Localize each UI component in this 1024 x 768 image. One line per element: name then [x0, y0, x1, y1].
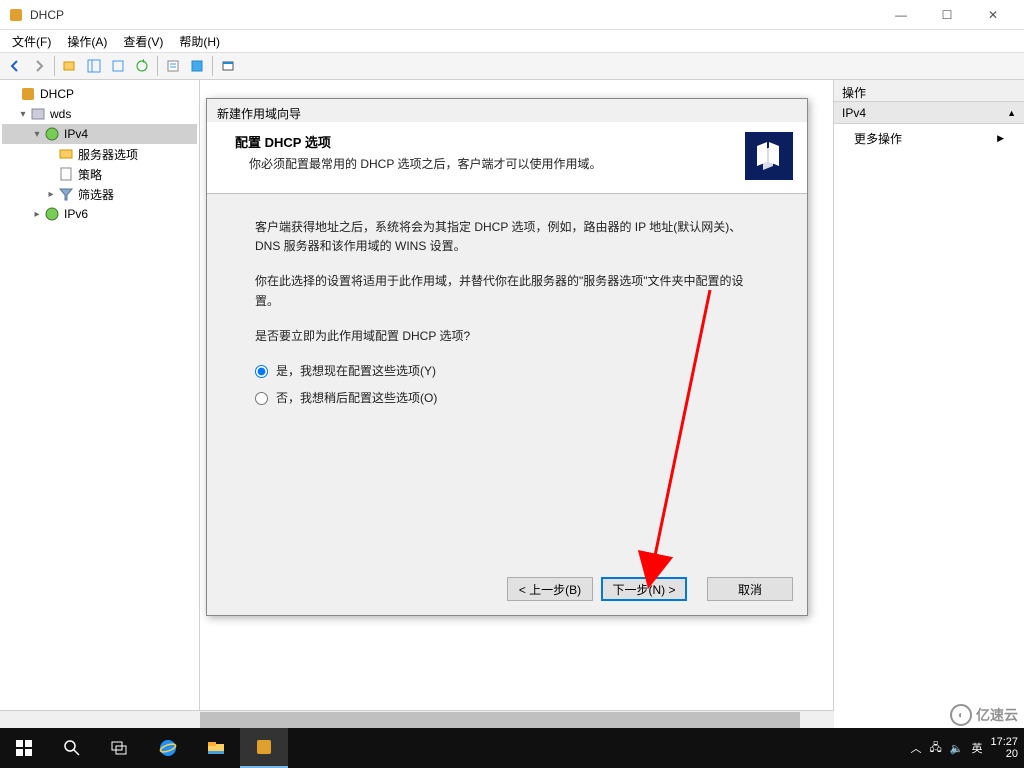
tree-label: 筛选器	[78, 186, 114, 203]
maximize-button[interactable]: ☐	[924, 0, 970, 30]
dhcp-icon	[20, 86, 36, 102]
toolbar	[0, 52, 1024, 80]
cancel-button[interactable]: 取消	[707, 577, 793, 601]
dhcp-app-icon	[8, 7, 24, 23]
minimize-button[interactable]: —	[878, 0, 924, 30]
add-button[interactable]	[59, 55, 81, 77]
menu-view[interactable]: 查看(V)	[115, 31, 171, 52]
options-icon	[58, 146, 74, 162]
tree-label: IPv4	[64, 127, 88, 141]
wizard-para2: 你在此选择的设置将适用于此作用域，并替代你在此服务器的"服务器选项"文件夹中配置…	[255, 272, 759, 310]
new-scope-wizard-dialog: 新建作用域向导 配置 DHCP 选项 你必须配置最常用的 DHCP 选项之后，客…	[206, 98, 808, 616]
task-view-button[interactable]	[96, 728, 144, 768]
window-title: DHCP	[30, 8, 878, 22]
taskbar-ie[interactable]	[144, 728, 192, 768]
policies-icon	[58, 166, 74, 182]
watermark-text: 亿速云	[976, 705, 1018, 725]
wizard-icon	[745, 132, 793, 180]
help-button[interactable]	[186, 55, 208, 77]
tray-network-icon[interactable]: 🖧	[930, 739, 942, 758]
watermark-icon: ◐	[950, 704, 972, 726]
ipv4-icon	[44, 126, 60, 142]
tray-date: 20	[990, 748, 1018, 760]
horizontal-scrollbar[interactable]	[0, 710, 834, 728]
radio-yes[interactable]: 是，我想现在配置这些选项(Y)	[255, 362, 759, 381]
taskbar-explorer[interactable]	[192, 728, 240, 768]
start-button[interactable]	[0, 728, 48, 768]
tree-root-dhcp[interactable]: DHCP	[2, 84, 197, 104]
tray-time: 17:27	[990, 736, 1018, 748]
radio-yes-label: 是，我想现在配置这些选项(Y)	[276, 362, 436, 381]
manage-button[interactable]	[217, 55, 239, 77]
wizard-para3: 是否要立即为此作用域配置 DHCP 选项?	[255, 327, 759, 346]
back-button[interactable]	[4, 55, 26, 77]
tray-clock[interactable]: 17:27 20	[990, 736, 1018, 760]
wizard-heading: 配置 DHCP 选项	[221, 132, 745, 151]
wizard-body: 客户端获得地址之后，系统将会为其指定 DHCP 选项，例如，路由器的 IP 地址…	[207, 194, 807, 440]
taskbar: ︿ 🖧 🔈 英 17:27 20	[0, 728, 1024, 768]
tree-server[interactable]: ▾ wds	[2, 104, 197, 124]
radio-no-label: 否，我想稍后配置这些选项(O)	[276, 389, 437, 408]
tree-label: 策略	[78, 166, 102, 183]
tray-ime[interactable]: 英	[971, 740, 982, 756]
tray-volume-icon[interactable]: 🔈	[950, 742, 964, 755]
taskbar-dhcp[interactable]	[240, 728, 288, 768]
menu-help[interactable]: 帮助(H)	[171, 31, 228, 52]
radio-yes-input[interactable]	[255, 365, 268, 378]
wizard-subheading: 你必须配置最常用的 DHCP 选项之后，客户端才可以使用作用域。	[221, 151, 745, 172]
wizard-window-title: 新建作用域向导	[207, 99, 807, 122]
tree-label: 服务器选项	[78, 146, 138, 163]
show-hide-button[interactable]	[83, 55, 105, 77]
back-button[interactable]: < 上一步(B)	[507, 577, 593, 601]
tree-policies[interactable]: 策略	[2, 164, 197, 184]
next-button[interactable]: 下一步(N) >	[601, 577, 687, 601]
forward-button[interactable]	[28, 55, 50, 77]
scrollbar-thumb[interactable]	[200, 712, 800, 728]
tray-chevron-icon[interactable]: ︿	[911, 740, 922, 756]
tree-view[interactable]: DHCP ▾ wds ▾ IPv4 服务器选项 策略 ▸ 筛选器 ▸ IPv	[0, 80, 200, 730]
actions-pane: 操作 IPv4 ▲ 更多操作 ▶	[834, 80, 1024, 730]
filters-icon	[58, 186, 74, 202]
chevron-right-icon: ▶	[997, 133, 1004, 144]
collapse-icon[interactable]: ▲	[1007, 108, 1016, 118]
tree-label: wds	[50, 107, 71, 121]
actions-subheader-label: IPv4	[842, 106, 866, 120]
export-button[interactable]	[107, 55, 129, 77]
system-tray: ︿ 🖧 🔈 英 17:27 20	[911, 736, 1024, 760]
tree-server-options[interactable]: 服务器选项	[2, 144, 197, 164]
tree-ipv6[interactable]: ▸ IPv6	[2, 204, 197, 224]
radio-no-input[interactable]	[255, 392, 268, 405]
tree-label: DHCP	[40, 87, 74, 101]
actions-subheader: IPv4 ▲	[834, 102, 1024, 124]
tree-filters[interactable]: ▸ 筛选器	[2, 184, 197, 204]
menu-bar: 文件(F) 操作(A) 查看(V) 帮助(H)	[0, 30, 1024, 52]
server-icon	[30, 106, 46, 122]
menu-action[interactable]: 操作(A)	[59, 31, 115, 52]
tree-label: IPv6	[64, 207, 88, 221]
tree-ipv4[interactable]: ▾ IPv4	[2, 124, 197, 144]
menu-file[interactable]: 文件(F)	[4, 31, 59, 52]
actions-more-label: 更多操作	[854, 130, 902, 147]
properties-button[interactable]	[162, 55, 184, 77]
actions-header: 操作	[834, 80, 1024, 102]
watermark: ◐ 亿速云	[950, 704, 1018, 726]
actions-more[interactable]: 更多操作 ▶	[834, 124, 1024, 153]
wizard-header: 配置 DHCP 选项 你必须配置最常用的 DHCP 选项之后，客户端才可以使用作…	[207, 122, 807, 194]
refresh-button[interactable]	[131, 55, 153, 77]
wizard-buttons: < 上一步(B) 下一步(N) > 取消	[507, 577, 793, 601]
close-button[interactable]: ✕	[970, 0, 1016, 30]
search-button[interactable]	[48, 728, 96, 768]
title-bar: DHCP — ☐ ✕	[0, 0, 1024, 30]
radio-no[interactable]: 否，我想稍后配置这些选项(O)	[255, 389, 759, 408]
wizard-para1: 客户端获得地址之后，系统将会为其指定 DHCP 选项，例如，路由器的 IP 地址…	[255, 218, 759, 256]
ipv6-icon	[44, 206, 60, 222]
